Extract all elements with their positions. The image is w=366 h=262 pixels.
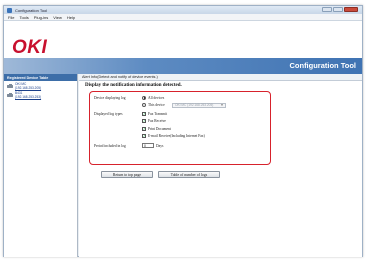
window-title: Configuration Tool	[15, 7, 48, 13]
header: OKI Configuration Tool	[4, 21, 362, 74]
radio-label: All devices	[148, 95, 165, 100]
period-label: Period included in log	[94, 144, 126, 148]
settings-highlight-box: Device displaying log All devices This d…	[89, 91, 271, 165]
title-banner: Configuration Tool	[4, 58, 362, 74]
radio-this-device[interactable]: This device	[142, 103, 165, 107]
close-button[interactable]	[344, 7, 358, 12]
log-types-label: Displayed log types	[94, 112, 123, 116]
section-title: Display the notification information det…	[85, 83, 182, 88]
checkbox-email-receive[interactable]: ✓ E-mail Receive(Including Internet Fax)	[142, 134, 205, 138]
app-window: Configuration Tool File Tools Plug-ins V…	[3, 5, 363, 257]
radio-icon	[142, 95, 146, 100]
menu-plugins[interactable]: Plug-ins	[34, 15, 48, 20]
menu-bar: File Tools Plug-ins View Help	[4, 14, 362, 21]
main-panel: Alert Info(Detect and notify of device e…	[79, 74, 362, 257]
device-select-value: OKI MC (192.168.253.205)	[175, 103, 214, 107]
printer-icon	[7, 84, 13, 89]
app-icon	[7, 7, 12, 13]
checkbox-label: Fax Transmit	[148, 111, 168, 116]
checkbox-icon: ✓	[142, 134, 147, 138]
radio-icon	[142, 103, 146, 107]
checkbox-label: Fax Receive	[148, 119, 166, 123]
checkbox-icon: ✓	[142, 126, 147, 131]
menu-view[interactable]: View	[53, 15, 62, 20]
menu-help[interactable]: Help	[67, 15, 75, 20]
menu-file[interactable]: File	[8, 15, 14, 20]
device-sidebar: Registered Device Table OKI MC (192.168.…	[4, 74, 78, 257]
device-select[interactable]: OKI MC (192.168.253.205) ▼	[172, 102, 226, 108]
checkbox-label: E-mail Receive(Including Internet Fax)	[148, 134, 205, 138]
device-item[interactable]: OKI MC (192.168.253.205)	[7, 82, 74, 91]
oki-logo: OKI	[12, 37, 48, 58]
device-label: Device displaying log	[94, 96, 126, 100]
printer-icon	[7, 93, 13, 98]
chevron-down-icon: ▼	[220, 103, 224, 107]
return-to-top-button[interactable]: Return to top page	[101, 171, 153, 178]
checkbox-icon: ✓	[142, 119, 147, 123]
minimize-button[interactable]	[322, 7, 332, 12]
radio-label: This device	[148, 103, 165, 107]
checkbox-print-document[interactable]: ✓ Print Document	[142, 126, 171, 131]
period-unit: Days	[156, 144, 164, 148]
checkbox-fax-receive[interactable]: ✓ Fax Receive	[142, 119, 166, 123]
radio-all-devices[interactable]: All devices	[142, 95, 165, 100]
title-bar: Configuration Tool	[4, 6, 362, 14]
checkbox-icon: ✓	[142, 111, 147, 116]
banner-title: Configuration Tool	[289, 61, 356, 70]
device-item[interactable]: B431 (192.168.253.253)	[7, 92, 74, 99]
device-address-link[interactable]: (192.168.253.205)	[15, 86, 41, 91]
sidebar-heading: Registered Device Table	[4, 74, 77, 81]
checkbox-fax-transmit[interactable]: ✓ Fax Transmit	[142, 111, 168, 116]
menu-tools[interactable]: Tools	[19, 15, 28, 20]
window-controls	[322, 7, 358, 12]
maximize-button[interactable]	[333, 7, 343, 12]
main-heading: Alert Info(Detect and notify of device e…	[79, 74, 362, 81]
device-list: OKI MC (192.168.253.205) B431 (192.168.2…	[4, 81, 77, 103]
period-input[interactable]: 0	[142, 143, 154, 148]
table-of-logs-button[interactable]: Table of number of logs	[158, 171, 220, 178]
checkbox-label: Print Document	[148, 126, 171, 131]
device-address-link[interactable]: (192.168.253.253)	[15, 95, 41, 100]
